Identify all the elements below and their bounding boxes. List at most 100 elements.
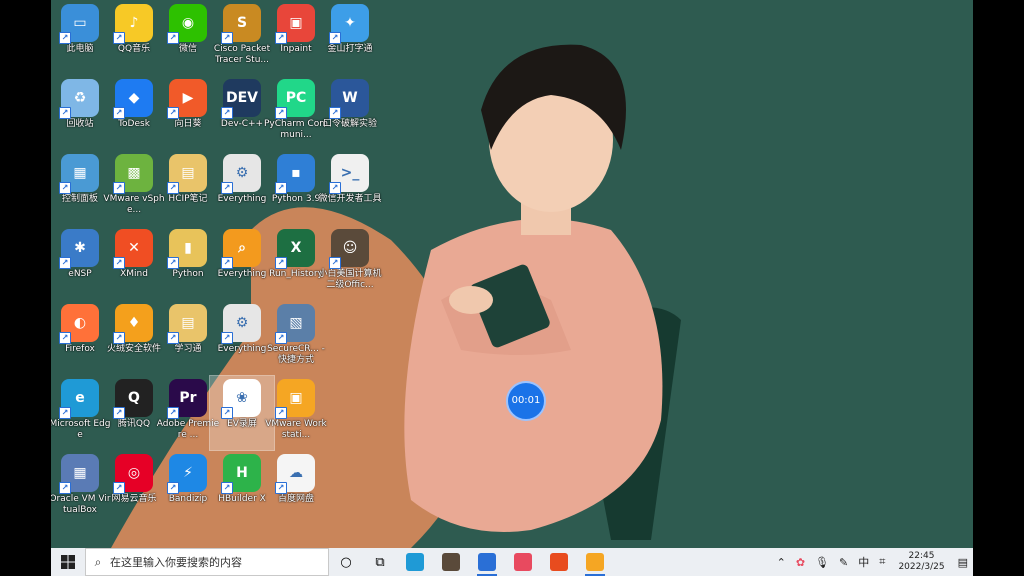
desktop-icon-label: 金山打字通 (327, 44, 373, 54)
taskbar-app-recorder[interactable] (505, 548, 541, 576)
desktop-icon[interactable]: ☁ ↗ 百度网盘 (264, 451, 328, 525)
app-icon: ▮ ↗ (167, 229, 207, 269)
app-icon: S ↗ (221, 4, 261, 44)
shortcut-arrow-icon: ↗ (167, 32, 179, 44)
cortana-button[interactable]: ○ (329, 548, 363, 576)
taskbar-app-store[interactable] (469, 548, 505, 576)
app-icon: Q ↗ (113, 379, 153, 419)
app-icon: ◉ ↗ (167, 4, 207, 44)
vmware-icon (586, 553, 604, 571)
app-icon: W ↗ (329, 79, 369, 119)
app-icon: ✱ ↗ (59, 229, 99, 269)
app-icon: ⌕ ↗ (221, 229, 261, 269)
app-icon: ▩ ↗ (113, 154, 153, 194)
shortcut-arrow-icon: ↗ (113, 482, 125, 494)
shortcut-arrow-icon: ↗ (221, 482, 233, 494)
desktop-icon[interactable]: ✦ ↗ 金山打字通 (318, 1, 382, 75)
desktop-icon-label: 微信开发者工具 (318, 194, 382, 204)
app-icon: ▭ ↗ (59, 4, 99, 44)
app-icon: ▪ ↗ (275, 154, 315, 194)
shortcut-arrow-icon: ↗ (221, 182, 233, 194)
clock-time: 22:45 (908, 551, 935, 561)
desktop: ▭ ↗ 此电脑 ♪ ↗ QQ音乐 ◉ ↗ 微信 S ↗ Cisco Packet Tracer Stu… (51, 0, 973, 576)
taskbar: ⌕ 在这里输入你要搜索的内容 ○ ⧉ ⌃ ✿ 🎙 ✎ 中 ⌗ 22:45 202… (51, 548, 973, 576)
app-icon: H ↗ (221, 454, 261, 494)
microphone-icon[interactable]: 🎙 (810, 556, 834, 569)
shortcut-arrow-icon: ↗ (221, 332, 233, 344)
task-view-icon: ⧉ (375, 554, 385, 570)
taskbar-app-vmware[interactable] (577, 548, 613, 576)
network-icon[interactable]: ✿ (791, 556, 810, 569)
app-icon: ☁ ↗ (275, 454, 315, 494)
avatar-icon (442, 553, 460, 571)
app-icon: DEV ↗ (221, 79, 261, 119)
shortcut-arrow-icon: ↗ (329, 32, 341, 44)
app-icon: ⚙ ↗ (221, 304, 261, 344)
shortcut-arrow-icon: ↗ (275, 482, 287, 494)
app-icon: X ↗ (275, 229, 315, 269)
search-placeholder: 在这里输入你要搜索的内容 (110, 556, 242, 569)
desktop-icon-label: SecureCR... - 快捷方式 (267, 344, 325, 365)
desktop-icon[interactable]: W ↗ 口令破解实验 (318, 76, 382, 150)
shortcut-arrow-icon: ↗ (221, 107, 233, 119)
app-icon: e ↗ (59, 379, 99, 419)
shortcut-arrow-icon: ↗ (113, 182, 125, 194)
ime-indicator[interactable]: 中 (853, 554, 874, 570)
shortcut-arrow-icon: ↗ (167, 332, 179, 344)
app-icon: ◐ ↗ (59, 304, 99, 344)
app-icon: ⚙ ↗ (221, 154, 261, 194)
office-icon (550, 553, 568, 571)
desktop-icon-label: VMware Workstati... (265, 419, 327, 440)
app-icon: ❀ ↗ (221, 379, 261, 419)
edge-icon (406, 553, 424, 571)
windows-logo-icon (61, 555, 75, 569)
shortcut-arrow-icon: ↗ (113, 407, 125, 419)
app-icon: >_ ↗ (329, 154, 369, 194)
app-icon: ♻ ↗ (59, 79, 99, 119)
system-tray: ⌃ ✿ 🎙 ✎ 中 ⌗ 22:45 2022/3/25 ▤ (772, 548, 973, 576)
app-icon: ▤ ↗ (167, 304, 207, 344)
taskbar-app-office[interactable] (541, 548, 577, 576)
app-icon: ▦ ↗ (59, 454, 99, 494)
shortcut-arrow-icon: ↗ (275, 32, 287, 44)
shortcut-arrow-icon: ↗ (329, 107, 341, 119)
recording-timer[interactable]: 00:01 (506, 381, 546, 421)
app-icon: ▤ ↗ (167, 154, 207, 194)
pen-icon[interactable]: ✎ (834, 556, 853, 569)
clock[interactable]: 22:45 2022/3/25 (890, 551, 952, 573)
start-button[interactable] (51, 548, 85, 576)
app-icon: ♦ ↗ (113, 304, 153, 344)
shortcut-arrow-icon: ↗ (275, 257, 287, 269)
shortcut-arrow-icon: ↗ (167, 257, 179, 269)
shortcut-arrow-icon: ↗ (113, 32, 125, 44)
shortcut-arrow-icon: ↗ (167, 182, 179, 194)
taskbar-apps (397, 548, 613, 576)
keyboard-layout-icon[interactable]: ⌗ (874, 555, 890, 569)
taskbar-app-avatar[interactable] (433, 548, 469, 576)
app-icon: ☺ ↗ (329, 229, 369, 269)
circle-icon: ○ (340, 554, 352, 570)
taskbar-app-edge[interactable] (397, 548, 433, 576)
search-icon: ⌕ (94, 554, 102, 569)
desktop-icon[interactable]: ☺ ↗ 小白美国计算机二级Offic... (318, 226, 382, 300)
app-icon: PC ↗ (275, 79, 315, 119)
notification-icon[interactable]: ▤ (953, 556, 973, 569)
task-view-button[interactable]: ⧉ (363, 548, 397, 576)
chevron-up-icon[interactable]: ⌃ (772, 556, 791, 569)
shortcut-arrow-icon: ↗ (275, 182, 287, 194)
app-icon: ▧ ↗ (275, 304, 315, 344)
shortcut-arrow-icon: ↗ (167, 482, 179, 494)
app-icon: ▶ ↗ (167, 79, 207, 119)
app-icon: ◎ ↗ (113, 454, 153, 494)
desktop-icon[interactable]: ▣ ↗ VMware Workstati... (264, 376, 328, 450)
desktop-icon[interactable]: ▧ ↗ SecureCR... - 快捷方式 (264, 301, 328, 375)
desktop-icon[interactable]: >_ ↗ 微信开发者工具 (318, 151, 382, 225)
taskbar-search-box[interactable]: ⌕ 在这里输入你要搜索的内容 (85, 548, 329, 576)
shortcut-arrow-icon: ↗ (59, 482, 71, 494)
desktop-icon-label: 百度网盘 (277, 494, 314, 504)
shortcut-arrow-icon: ↗ (59, 32, 71, 44)
recorder-icon (514, 553, 532, 571)
app-icon: ✕ ↗ (113, 229, 153, 269)
shortcut-arrow-icon: ↗ (329, 182, 341, 194)
app-icon: ◆ ↗ (113, 79, 153, 119)
